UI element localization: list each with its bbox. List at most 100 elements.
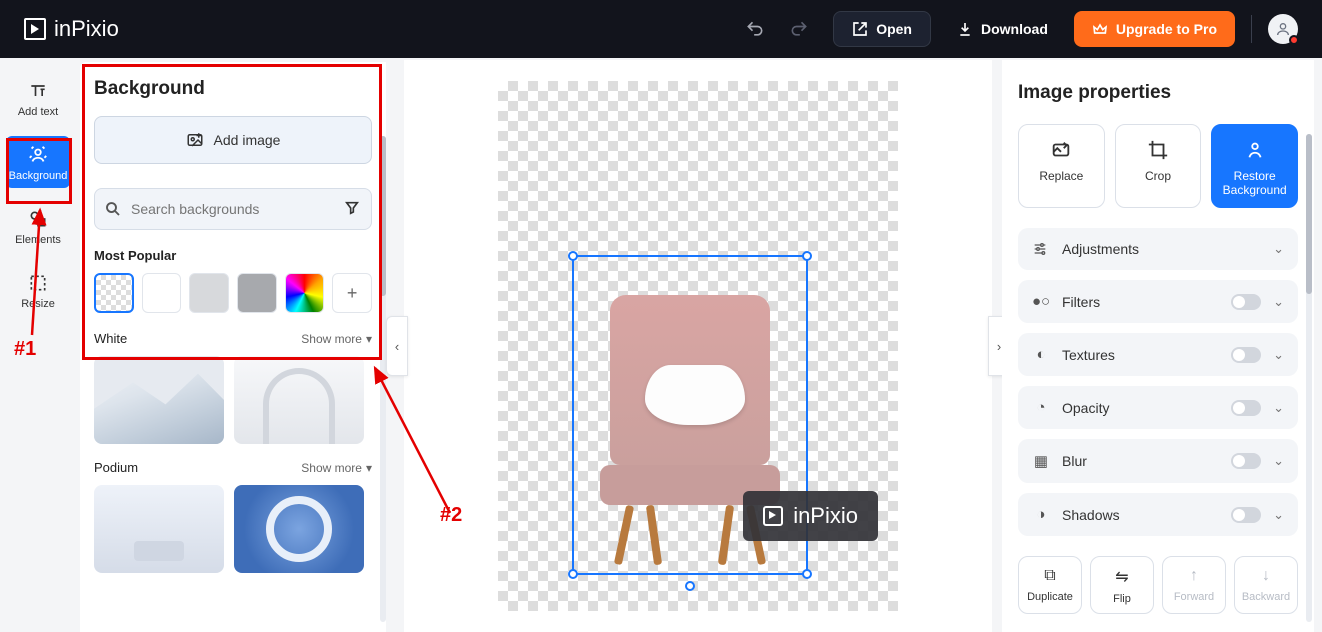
adjustments-row[interactable]: Adjustments ⌄: [1018, 228, 1298, 270]
duplicate-button[interactable]: ⧉ Duplicate: [1018, 556, 1082, 614]
panel-title: Background: [94, 78, 372, 100]
swatch-gray[interactable]: [237, 273, 277, 313]
swatch-add[interactable]: +: [332, 273, 372, 313]
filters-toggle[interactable]: [1231, 294, 1261, 310]
rail-elements[interactable]: Elements: [6, 200, 70, 252]
chevron-down-icon: ⌄: [1273, 347, 1284, 363]
rail-background[interactable]: Background: [6, 136, 70, 188]
backward-icon: ↓: [1262, 567, 1270, 585]
opacity-icon: ◔: [1032, 399, 1050, 416]
watermark: inPixio: [743, 491, 878, 541]
canvas-area: ‹ › inPixio: [404, 60, 992, 632]
category-white-label: White: [94, 331, 127, 346]
swatch-transparent[interactable]: [94, 273, 134, 313]
shadows-icon: ◑: [1032, 506, 1050, 523]
show-more-white[interactable]: Show more ▾: [301, 332, 372, 346]
textures-row[interactable]: ◐ Textures ⌄: [1018, 333, 1298, 376]
replace-icon: [1050, 139, 1072, 161]
rail-label: Elements: [8, 234, 68, 246]
upgrade-label: Upgrade to Pro: [1116, 21, 1217, 37]
text-icon: [8, 80, 68, 102]
swatch-lightgray[interactable]: [189, 273, 229, 313]
chevron-down-icon: ⌄: [1273, 241, 1284, 257]
bg-thumb-white-2[interactable]: [234, 356, 364, 444]
handle-tr[interactable]: [802, 251, 812, 261]
blur-row[interactable]: ▦ Blur ⌄: [1018, 439, 1298, 483]
category-podium-label: Podium: [94, 460, 138, 475]
background-panel: Background Add image Most Popular + Whit…: [80, 62, 386, 632]
adjustments-icon: [1032, 241, 1050, 257]
handle-bl[interactable]: [568, 569, 578, 579]
textures-toggle[interactable]: [1231, 347, 1261, 363]
bg-thumb-podium-2[interactable]: [234, 485, 364, 573]
shadows-toggle[interactable]: [1231, 507, 1261, 523]
blur-toggle[interactable]: [1231, 453, 1261, 469]
add-image-button[interactable]: Add image: [94, 116, 372, 164]
logo-icon: [24, 18, 46, 40]
bg-thumb-white-1[interactable]: [94, 356, 224, 444]
shadows-row[interactable]: ◑ Shadows ⌄: [1018, 493, 1298, 536]
swatch-white[interactable]: [142, 273, 182, 313]
restore-background-button[interactable]: Restore Background: [1211, 124, 1298, 208]
collapse-left-button[interactable]: ‹: [386, 316, 408, 376]
forward-icon: ↑: [1190, 567, 1198, 585]
add-image-label: Add image: [214, 132, 281, 148]
rail-add-text[interactable]: Add text: [6, 72, 70, 124]
most-popular-label: Most Popular: [94, 248, 372, 263]
upgrade-button[interactable]: Upgrade to Pro: [1074, 11, 1235, 47]
blur-icon: ▦: [1032, 452, 1050, 470]
rail-label: Background: [8, 170, 68, 182]
background-icon: [8, 144, 68, 166]
bg-thumb-podium-1[interactable]: [94, 485, 224, 573]
show-more-podium[interactable]: Show more ▾: [301, 461, 372, 475]
chevron-down-icon: ⌄: [1273, 507, 1284, 523]
opacity-row[interactable]: ◔ Opacity ⌄: [1018, 386, 1298, 429]
properties-title: Image properties: [1018, 82, 1298, 104]
swatch-color-picker[interactable]: [285, 273, 325, 313]
logo-icon: [763, 506, 783, 526]
filters-icon: ●○: [1032, 293, 1050, 310]
open-button[interactable]: Open: [833, 11, 931, 47]
filters-row[interactable]: ●○ Filters ⌄: [1018, 280, 1298, 323]
chevron-down-icon: ⌄: [1273, 400, 1284, 416]
download-button[interactable]: Download: [939, 12, 1066, 46]
duplicate-icon: ⧉: [1044, 567, 1055, 585]
crop-button[interactable]: Crop: [1115, 124, 1202, 208]
app-header: inPixio Open Download Upgrade to Pro: [0, 0, 1322, 58]
opacity-toggle[interactable]: [1231, 400, 1261, 416]
left-rail: Add text Background Elements Resize: [0, 58, 76, 632]
flip-button[interactable]: ⇋ Flip: [1090, 556, 1154, 614]
notification-dot: [1289, 35, 1299, 45]
crop-icon: [1147, 139, 1169, 161]
artboard[interactable]: inPixio: [498, 81, 898, 611]
flip-icon: ⇋: [1115, 567, 1128, 587]
search-wrap: [94, 188, 372, 230]
chevron-down-icon: ⌄: [1273, 453, 1284, 469]
properties-panel: Image properties Replace Crop Restore Ba…: [1002, 60, 1314, 632]
restore-icon: [1244, 139, 1266, 161]
search-icon: [104, 200, 122, 218]
chevron-down-icon: ▾: [366, 332, 372, 346]
forward-button[interactable]: ↑ Forward: [1162, 556, 1226, 614]
handle-br[interactable]: [802, 569, 812, 579]
handle-tl[interactable]: [568, 251, 578, 261]
swatch-row: +: [94, 273, 372, 313]
redo-button[interactable]: [777, 11, 821, 47]
rail-label: Add text: [8, 106, 68, 118]
header-divider: [1251, 15, 1252, 43]
user-avatar[interactable]: [1268, 14, 1298, 44]
backward-button[interactable]: ↓ Backward: [1234, 556, 1298, 614]
side-scrollbar[interactable]: [380, 136, 386, 622]
filter-icon[interactable]: [344, 200, 360, 216]
textures-icon: ◐: [1032, 346, 1050, 363]
rail-label: Resize: [8, 298, 68, 310]
handle-rotate[interactable]: [685, 581, 695, 591]
rail-resize[interactable]: Resize: [6, 264, 70, 316]
replace-button[interactable]: Replace: [1018, 124, 1105, 208]
right-scrollbar[interactable]: [1306, 134, 1312, 622]
undo-button[interactable]: [733, 11, 777, 47]
open-label: Open: [876, 21, 912, 37]
app-logo: inPixio: [24, 16, 119, 42]
chevron-down-icon: ▾: [366, 461, 372, 475]
search-input[interactable]: [94, 188, 372, 230]
